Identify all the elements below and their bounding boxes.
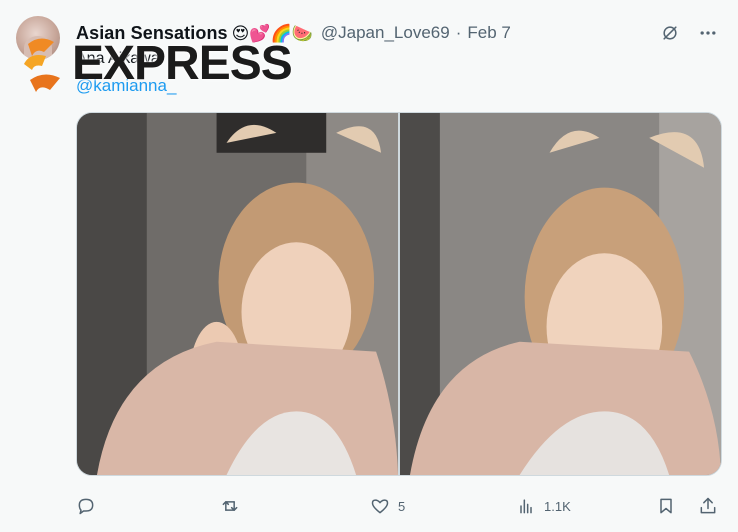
media-grid (76, 112, 722, 476)
name-emojis: 😍💕🌈🍉 (231, 23, 313, 43)
repost-button[interactable] (220, 496, 240, 516)
secondary-actions (656, 496, 718, 516)
photo-right[interactable] (400, 113, 721, 475)
bookmark-button[interactable] (656, 496, 676, 516)
bookmark-icon (660, 498, 672, 514)
separator-dot: · (455, 23, 462, 42)
tweet-text: Ana Aikawa (76, 50, 160, 67)
more-icon[interactable] (698, 23, 718, 43)
handle[interactable]: @Japan_Love69 (321, 23, 450, 43)
view-count: 1.1K (544, 498, 571, 514)
share-button[interactable] (698, 496, 718, 516)
share-icon (700, 497, 716, 514)
tweet-date[interactable]: Feb 7 (467, 23, 510, 43)
repost-icon (222, 501, 238, 511)
heart-icon (371, 499, 389, 514)
mention-link[interactable]: @kamianna_ (76, 76, 176, 96)
reply-button[interactable] (76, 496, 96, 516)
reply-icon (78, 498, 94, 515)
photo-left[interactable] (77, 113, 398, 475)
like-count: 5 (398, 498, 406, 514)
display-name[interactable]: Asian Sensations (76, 23, 228, 44)
like-button[interactable]: 5 (370, 496, 405, 516)
tweet-header: Asian Sensations 😍💕🌈🍉 @Japan_Love69 · Fe… (76, 20, 718, 46)
action-bar: 5 1.1K (76, 492, 718, 520)
views-button[interactable]: 1.1K (516, 496, 571, 516)
analytics-icon (520, 499, 532, 514)
avatar[interactable] (16, 16, 60, 60)
grok-icon[interactable] (660, 23, 680, 43)
